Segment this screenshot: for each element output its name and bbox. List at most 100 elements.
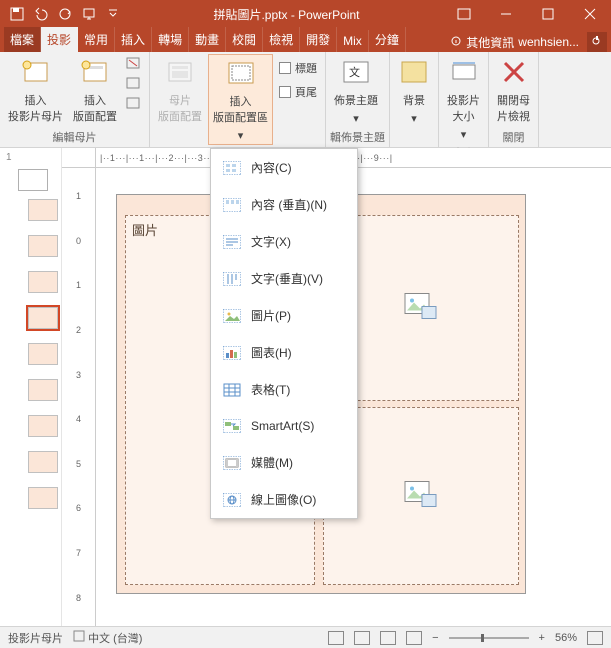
tab-developer[interactable]: 開發 [300,27,337,52]
tab-animations[interactable]: 動畫 [189,27,226,52]
thumb-layout[interactable] [28,343,58,365]
chevron-down-icon: ▾ [238,129,244,142]
title-checkbox[interactable]: 標題 [275,58,321,78]
tab-insert[interactable]: 插入 [115,27,152,52]
tab-file[interactable]: 檔案 [4,27,41,52]
themes-button[interactable]: 文 佈景主題 ▾ [330,54,382,127]
insert-layout-button[interactable]: 插入 版面配置 [69,54,121,126]
tab-mix[interactable]: Mix [337,30,369,52]
thumb-layout[interactable] [28,379,58,401]
save-icon[interactable] [6,3,28,25]
menu-online-image[interactable]: 線上圖像(O) [211,481,357,518]
maximize-icon[interactable] [527,0,569,28]
slide-size-button[interactable]: 投影片 大小 ▾ [443,54,484,143]
thumb-layout[interactable] [28,271,58,293]
zoom-out-button[interactable]: − [432,632,438,644]
media-icon [223,455,241,471]
tab-extra[interactable]: 分鐘 [369,27,406,52]
slide-master-icon [20,56,52,88]
rename-icon[interactable] [125,76,143,94]
text-vertical-icon [223,271,241,287]
tab-home[interactable]: 常用 [78,27,115,52]
thumbnail-panel[interactable]: 1 [0,148,62,626]
menu-smartart[interactable]: SmartArt(S) [211,408,357,444]
close-master-button[interactable]: 關閉母 片檢視 [493,54,534,126]
master-layout-button: 母片 版面配置 [154,54,206,126]
menu-text[interactable]: 文字(X) [211,223,357,260]
text-icon [223,234,241,250]
group-label-theme: 輯佈景主題 [330,127,385,147]
close-icon[interactable] [569,0,611,28]
tab-review[interactable]: 校閱 [226,27,263,52]
chart-icon [223,345,241,361]
smartart-icon [223,418,241,434]
thumb-layout-selected[interactable] [28,307,58,329]
thumb-layout[interactable] [28,451,58,473]
chevron-down-icon: ▾ [411,112,417,125]
master-layout-icon [164,56,196,88]
zoom-level[interactable]: 56% [555,632,577,644]
search-icon[interactable] [587,32,607,52]
delete-icon[interactable] [125,56,143,74]
layout-icon [79,56,111,88]
tell-me-icon[interactable] [450,35,462,50]
picture-placeholder-icon[interactable] [404,293,438,324]
ruler-corner [62,148,96,168]
status-view-label: 投影片母片 [8,630,63,646]
online-image-icon [223,492,241,508]
thumb-master[interactable] [18,169,48,191]
fit-to-window-icon[interactable] [587,631,603,645]
background-button[interactable]: 背景 ▾ [394,54,434,127]
close-master-icon [498,56,530,88]
sorter-view-icon[interactable] [354,631,370,645]
tell-me-label[interactable]: 其他資訊 [466,34,514,51]
zoom-slider[interactable] [449,637,529,639]
group-label-close: 關閉 [493,127,534,147]
tab-view[interactable]: 檢視 [263,27,300,52]
start-from-beginning-icon[interactable] [78,3,100,25]
menu-chart[interactable]: 圖表(H) [211,334,357,371]
insert-placeholder-button[interactable]: 插入 版面配置區 ▾ [208,54,273,145]
tab-transitions[interactable]: 轉場 [152,27,189,52]
table-icon [223,382,241,398]
menu-content-vertical[interactable]: 內容 (垂直)(N) [211,186,357,223]
insert-placeholder-menu: 內容(C) 內容 (垂直)(N) 文字(X) 文字(垂直)(V) 圖片(P) 圖… [210,148,358,519]
menu-picture[interactable]: 圖片(P) [211,297,357,334]
language-indicator[interactable]: 中文 (台灣) [73,630,142,646]
slide-size-icon [448,56,480,88]
thumb-layout[interactable] [28,487,58,509]
thumb-layout[interactable] [28,415,58,437]
undo-icon[interactable] [30,3,52,25]
qat-customize-icon[interactable] [102,3,124,25]
thumb-layout[interactable] [28,199,58,221]
redo-icon[interactable] [54,3,76,25]
slideshow-view-icon[interactable] [406,631,422,645]
menu-text-vertical[interactable]: 文字(垂直)(V) [211,260,357,297]
svg-text:文: 文 [349,65,360,79]
content-icon [223,160,241,176]
user-label[interactable]: wenhsien... [518,35,579,49]
reading-view-icon[interactable] [380,631,396,645]
footer-checkbox[interactable]: 頁尾 [275,82,321,102]
tab-slide-master[interactable]: 投影 [41,27,78,52]
picture-icon [223,308,241,324]
minimize-icon[interactable] [485,0,527,28]
zoom-in-button[interactable]: + [539,632,545,644]
window-title: 拼貼圖片.pptx - PowerPoint [130,6,443,23]
thumb-layout[interactable] [28,235,58,257]
insert-slide-master-button[interactable]: 插入 投影片母片 [4,54,67,126]
chevron-down-icon: ▾ [461,128,467,141]
menu-media[interactable]: 媒體(M) [211,444,357,481]
background-icon [398,56,430,88]
menu-table[interactable]: 表格(T) [211,371,357,408]
language-icon [73,630,85,642]
content-vertical-icon [223,197,241,213]
picture-placeholder-icon[interactable] [404,481,438,512]
vertical-ruler: 1 0 1 2 3 4 5 6 7 8 [62,168,96,626]
normal-view-icon[interactable] [328,631,344,645]
group-label-edit-master: 編輯母片 [4,127,145,147]
menu-content[interactable]: 內容(C) [211,149,357,186]
ribbon-display-icon[interactable] [443,0,485,28]
preserve-icon[interactable] [125,96,143,114]
chevron-down-icon: ▾ [353,112,359,125]
